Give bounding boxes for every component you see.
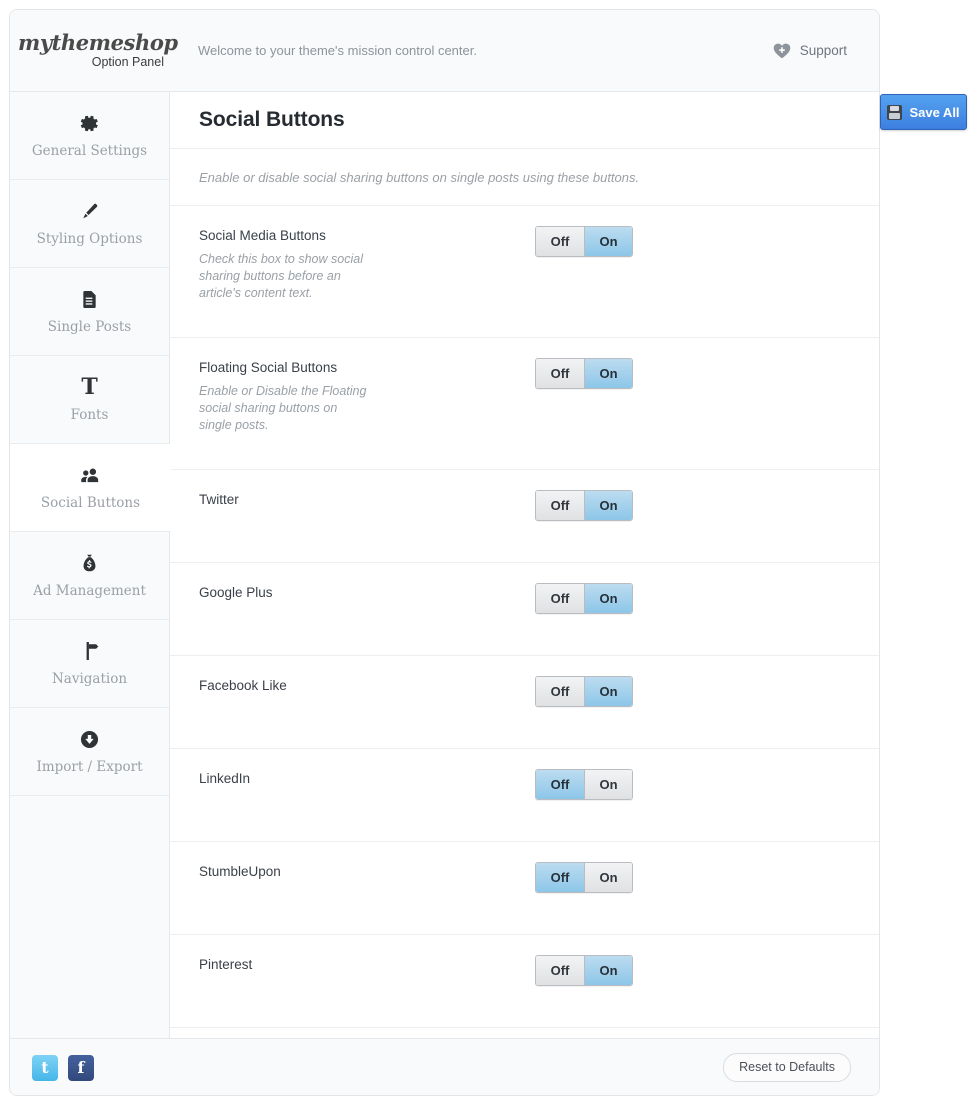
page-description: Enable or disable social sharing buttons…: [170, 149, 879, 206]
sidebar-item-fonts[interactable]: T Fonts: [10, 356, 169, 444]
sidebar: General Settings Styling Options Single …: [10, 92, 171, 1038]
save-all-button[interactable]: Save All: [880, 94, 967, 130]
toggle-off-segment[interactable]: Off: [536, 227, 584, 256]
toggle-stumbleupon[interactable]: Off On: [535, 862, 633, 893]
main-panel: mythemeshop Option Panel Welcome to your…: [9, 9, 880, 1096]
toggle-twitter[interactable]: Off On: [535, 490, 633, 521]
gear-icon: [80, 112, 99, 134]
option-hint: Check this box to show social sharing bu…: [199, 252, 363, 300]
sidebar-item-label: Navigation: [51, 671, 128, 688]
option-panel-page: mythemeshop Option Panel Welcome to your…: [0, 0, 974, 1104]
toggle-on-segment[interactable]: On: [584, 863, 632, 892]
sidebar-filler: [10, 796, 169, 1095]
option-label: Floating Social Buttons: [199, 360, 338, 375]
option-row-pinterest: Pinterest Off On: [170, 935, 879, 1028]
toggle-social-media-buttons[interactable]: Off On: [535, 226, 633, 257]
welcome-message: Welcome to your theme's mission control …: [198, 43, 477, 58]
sidebar-item-label: Styling Options: [36, 231, 143, 248]
heart-plus-icon: [773, 43, 791, 59]
option-label: Pinterest: [199, 957, 253, 972]
option-label: StumbleUpon: [199, 864, 281, 879]
toggle-floating-social-buttons[interactable]: Off On: [535, 358, 633, 389]
sidebar-item-social-buttons[interactable]: Social Buttons: [10, 444, 171, 532]
panel-body: General Settings Styling Options Single …: [10, 92, 879, 1038]
panel-header: mythemeshop Option Panel Welcome to your…: [10, 10, 879, 92]
toggle-on-segment[interactable]: On: [584, 956, 632, 985]
facebook-icon[interactable]: f: [68, 1054, 94, 1081]
footer-social-links: t f: [32, 1054, 94, 1081]
sidebar-item-label: Import / Export: [36, 759, 143, 776]
sidebar-item-label: Ad Management: [33, 583, 146, 600]
toggle-pinterest[interactable]: Off On: [535, 955, 633, 986]
option-row-facebook-like: Facebook Like Off On: [170, 656, 879, 749]
page-title-bar: Social Buttons: [170, 92, 879, 149]
option-row-google-plus: Google Plus Off On: [170, 563, 879, 656]
brand-subtitle: Option Panel: [91, 54, 164, 69]
option-label: Social Media Buttons: [199, 228, 326, 243]
reset-to-defaults-button[interactable]: Reset to Defaults: [723, 1053, 851, 1082]
sidebar-item-ad-management[interactable]: Ad Management: [10, 532, 169, 620]
sidebar-item-label: Single Posts: [47, 319, 132, 336]
brand-logo: mythemeshop Option Panel: [10, 29, 178, 70]
toggle-google-plus[interactable]: Off On: [535, 583, 633, 614]
option-text-block: LinkedIn: [199, 771, 535, 787]
option-label: LinkedIn: [199, 771, 251, 786]
paintbrush-icon: [80, 200, 99, 222]
option-text-block: Floating Social Buttons Enable or Disabl…: [199, 360, 535, 434]
sidebar-item-single-posts[interactable]: Single Posts: [10, 268, 169, 356]
document-icon: [81, 288, 98, 310]
sidebar-item-label: Fonts: [70, 407, 109, 424]
sidebar-item-label: Social Buttons: [40, 495, 141, 512]
toggle-on-segment[interactable]: On: [584, 359, 632, 388]
toggle-on-segment[interactable]: On: [584, 227, 632, 256]
option-row-floating-social-buttons: Floating Social Buttons Enable or Disabl…: [170, 338, 879, 470]
toggle-on-segment[interactable]: On: [584, 491, 632, 520]
brand-name: mythemeshop: [18, 29, 178, 55]
text-t-icon: T: [81, 374, 98, 401]
toggle-off-segment[interactable]: Off: [536, 491, 584, 520]
sidebar-item-import-export[interactable]: Import / Export: [10, 708, 169, 796]
signpost-icon: [81, 640, 99, 662]
toggle-off-segment[interactable]: Off: [536, 956, 584, 985]
option-text-block: StumbleUpon: [199, 864, 535, 880]
option-text-block: Facebook Like: [199, 678, 535, 694]
floppy-disk-icon: [887, 104, 903, 120]
toggle-off-segment[interactable]: Off: [536, 770, 584, 799]
option-text-block: Google Plus: [199, 585, 535, 601]
users-icon: [80, 464, 101, 486]
sidebar-item-navigation[interactable]: Navigation: [10, 620, 169, 708]
option-row-linkedin: LinkedIn Off On: [170, 749, 879, 842]
toggle-off-segment[interactable]: Off: [536, 863, 584, 892]
option-label: Facebook Like: [199, 678, 287, 693]
toggle-off-segment[interactable]: Off: [536, 677, 584, 706]
page-title: Social Buttons: [199, 108, 345, 131]
toggle-off-segment[interactable]: Off: [536, 584, 584, 613]
toggle-on-segment[interactable]: On: [584, 770, 632, 799]
sidebar-item-styling-options[interactable]: Styling Options: [10, 180, 169, 268]
option-label: Twitter: [199, 492, 239, 507]
option-row-twitter: Twitter Off On: [170, 470, 879, 563]
content-area: Social Buttons Enable or disable social …: [170, 92, 879, 1038]
toggle-on-segment[interactable]: On: [584, 677, 632, 706]
sidebar-item-label: General Settings: [31, 143, 148, 160]
toggle-on-segment[interactable]: On: [584, 584, 632, 613]
support-label: Support: [799, 43, 847, 58]
sidebar-item-general-settings[interactable]: General Settings: [10, 92, 169, 180]
option-row-social-media-buttons: Social Media Buttons Check this box to s…: [170, 206, 879, 338]
option-label: Google Plus: [199, 585, 273, 600]
support-link[interactable]: Support: [773, 43, 879, 59]
option-text-block: Twitter: [199, 492, 535, 508]
toggle-linkedin[interactable]: Off On: [535, 769, 633, 800]
option-hint: Enable or Disable the Floating social sh…: [199, 384, 367, 432]
option-text-block: Social Media Buttons Check this box to s…: [199, 228, 535, 302]
option-row-stumbleupon: StumbleUpon Off On: [170, 842, 879, 935]
option-text-block: Pinterest: [199, 957, 535, 973]
toggle-off-segment[interactable]: Off: [536, 359, 584, 388]
toggle-facebook-like[interactable]: Off On: [535, 676, 633, 707]
twitter-icon[interactable]: t: [32, 1054, 58, 1081]
download-circle-icon: [80, 728, 99, 750]
money-bag-icon: [81, 552, 98, 574]
save-all-label: Save All: [909, 104, 960, 120]
